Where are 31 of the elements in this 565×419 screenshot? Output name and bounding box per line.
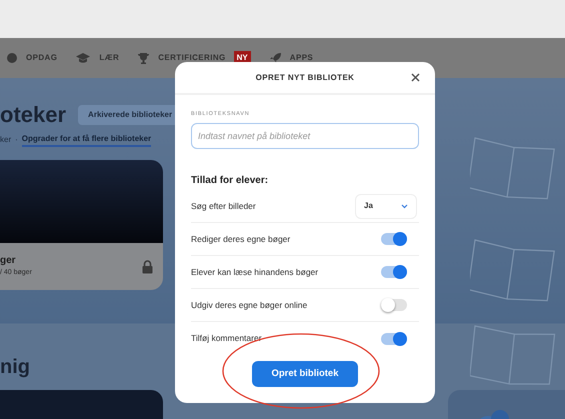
breadcrumb: ker bbox=[0, 134, 12, 146]
book-outline-icon bbox=[470, 325, 556, 385]
permission-label: Elever kan læse hinandens bøger bbox=[191, 266, 318, 279]
permission-label: Udgiv deres egne bøger online bbox=[191, 298, 308, 312]
permission-label: Tilføj kommentarer bbox=[191, 332, 262, 346]
nav-link[interactable]: CERTIFICERING bbox=[158, 52, 226, 64]
create-library-button[interactable]: Opret bibliotek bbox=[252, 361, 358, 388]
breadcrumb-separator: · bbox=[15, 134, 18, 146]
book-outline-icon bbox=[470, 239, 555, 302]
book-outline-icon bbox=[470, 137, 555, 200]
nav-link[interactable]: APPS bbox=[290, 52, 314, 64]
library-name: ger bbox=[0, 255, 17, 268]
page-title: oteker bbox=[0, 104, 66, 126]
toggle-switch[interactable] bbox=[381, 266, 407, 278]
toggle-switch[interactable] bbox=[381, 299, 407, 312]
library-name-input[interactable]: Indtast navnet på biblioteket bbox=[191, 123, 419, 150]
graduation-cap-icon bbox=[75, 52, 92, 64]
toggle-switch[interactable] bbox=[381, 233, 407, 246]
permission-label: Rediger deres egne bøger bbox=[191, 232, 290, 246]
permissions-heading: Tillad for elever: bbox=[191, 174, 270, 188]
nav-link[interactable]: LÆR bbox=[99, 52, 120, 64]
toggle-switch[interactable] bbox=[381, 332, 407, 345]
nav-link[interactable]: OPDAG bbox=[26, 52, 58, 64]
dialog-title: OPRET NYT BIBLIOTEK bbox=[256, 72, 354, 84]
yes-no-dropdown[interactable]: Ja bbox=[355, 194, 417, 219]
upgrade-link[interactable]: Opgrader for at få flere biblioteker bbox=[22, 133, 152, 147]
permission-label: Søg efter billeder bbox=[191, 200, 256, 213]
trophy-icon bbox=[137, 52, 150, 64]
chevron-down-icon bbox=[401, 204, 408, 209]
close-icon[interactable] bbox=[411, 73, 420, 82]
section-title: nig bbox=[0, 356, 30, 378]
